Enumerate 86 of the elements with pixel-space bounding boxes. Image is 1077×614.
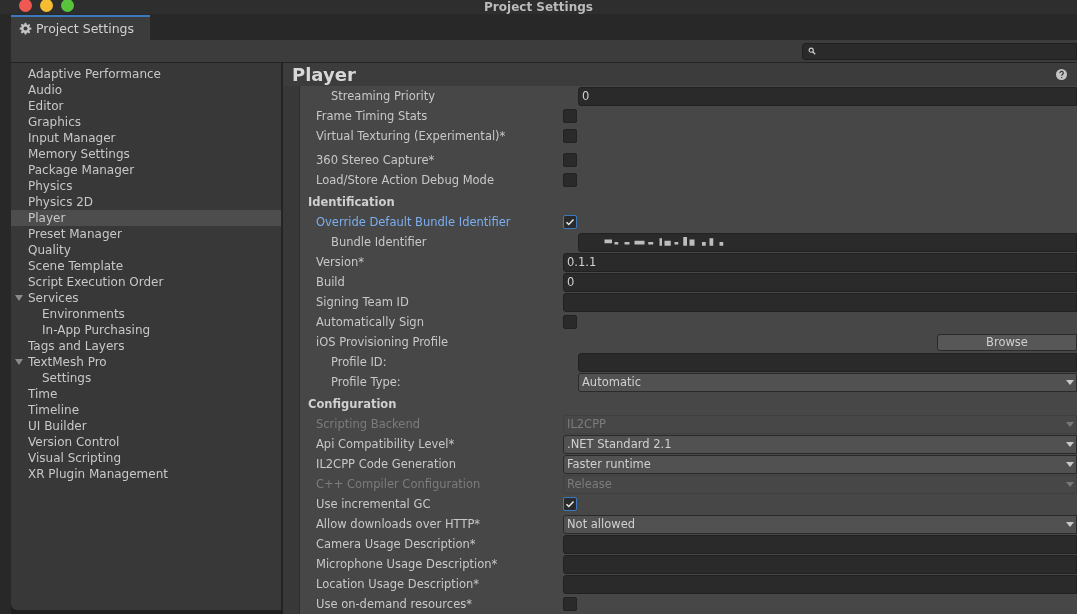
sidebar-item[interactable]: Graphics — [11, 114, 281, 130]
expand-triangle-icon[interactable] — [15, 294, 23, 302]
sidebar-item[interactable]: Visual Scripting — [11, 450, 281, 466]
sidebar-item[interactable]: Package Manager — [11, 162, 281, 178]
field-label: Signing Team ID — [315, 295, 410, 309]
minimize-window-icon[interactable] — [40, 0, 53, 12]
checkbox[interactable] — [563, 173, 577, 187]
field-label: IL2CPP Code Generation — [315, 457, 457, 471]
sidebar-item[interactable]: Tags and Layers — [11, 338, 281, 354]
field-label: Location Usage Description* — [315, 577, 481, 591]
field-label: Use incremental GC — [315, 497, 432, 511]
field-label: Frame Timing Stats — [315, 109, 429, 123]
sidebar-item[interactable]: Player — [11, 210, 281, 226]
text-field[interactable] — [563, 292, 1077, 312]
settings-tab[interactable]: Project Settings — [11, 15, 150, 40]
checkbox[interactable] — [563, 315, 577, 329]
sidebar-item[interactable]: Physics — [11, 178, 281, 194]
text-field[interactable]: 0 — [578, 86, 1077, 106]
sidebar-item[interactable]: Adaptive Performance — [11, 66, 281, 82]
field-label: Streaming Priority — [330, 89, 436, 103]
field-label: Api Compatibility Level* — [315, 437, 456, 451]
field-label: Camera Usage Description* — [315, 537, 477, 551]
text-field[interactable]: 0 — [563, 272, 1077, 292]
field-label: Load/Store Action Debug Mode — [315, 173, 495, 187]
field-label: Use on-demand resources* — [315, 597, 473, 611]
browse-button[interactable]: Browse — [937, 333, 1077, 351]
field-label: Build — [315, 275, 346, 289]
sidebar-item[interactable]: UI Builder — [11, 418, 281, 434]
text-field[interactable] — [563, 574, 1077, 594]
field-label: Automatically Sign — [315, 315, 425, 329]
sidebar-item[interactable]: Input Manager — [11, 130, 281, 146]
sidebar-item[interactable]: Time — [11, 386, 281, 402]
field-label: Profile ID: — [330, 355, 388, 369]
expand-triangle-icon[interactable] — [15, 358, 23, 366]
section-header: Identification — [307, 194, 396, 211]
search-icon — [808, 47, 816, 55]
field-label: Version* — [315, 255, 366, 269]
zoom-window-icon[interactable] — [61, 0, 74, 12]
panel-title: Player — [292, 64, 356, 85]
checkbox[interactable] — [563, 153, 577, 167]
checkbox[interactable] — [563, 497, 577, 511]
text-field[interactable] — [563, 554, 1077, 574]
sidebar-item[interactable]: Memory Settings — [11, 146, 281, 162]
text-field[interactable] — [578, 232, 1077, 252]
checkmark-icon — [565, 217, 575, 227]
field-label: 360 Stereo Capture* — [315, 153, 436, 167]
dropdown[interactable]: Faster runtime — [563, 454, 1077, 474]
checkbox[interactable] — [563, 109, 577, 123]
field-label: Bundle Identifier — [330, 235, 428, 249]
sidebar-item[interactable]: Timeline — [11, 402, 281, 418]
gear-icon — [19, 22, 32, 35]
dropdown[interactable]: Not allowed — [563, 514, 1077, 534]
sidebar-item[interactable]: Settings — [11, 370, 281, 386]
field-label: Virtual Texturing (Experimental)* — [315, 129, 507, 143]
field-label: Allow downloads over HTTP* — [315, 517, 482, 531]
sidebar-item[interactable]: Editor — [11, 98, 281, 114]
sidebar-item[interactable]: Services — [11, 290, 281, 306]
sidebar-item[interactable]: Physics 2D — [11, 194, 281, 210]
sidebar-item[interactable]: Quality — [11, 242, 281, 258]
field-label: Microphone Usage Description* — [315, 557, 499, 571]
dropdown[interactable]: .NET Standard 2.1 — [563, 434, 1077, 454]
sidebar-item[interactable]: XR Plugin Management — [11, 466, 281, 482]
sidebar-item[interactable]: Scene Template — [11, 258, 281, 274]
sidebar-item[interactable]: Environments — [11, 306, 281, 322]
checkbox[interactable] — [563, 215, 577, 229]
checkmark-icon — [565, 499, 575, 509]
checkbox[interactable] — [563, 597, 577, 611]
text-field[interactable] — [578, 352, 1077, 372]
sidebar-item[interactable]: Preset Manager — [11, 226, 281, 242]
section-header: Configuration — [307, 396, 398, 413]
checkbox[interactable] — [563, 129, 577, 143]
search-field[interactable] — [802, 42, 1077, 60]
window-title: Project Settings — [484, 0, 593, 14]
close-window-icon[interactable] — [19, 0, 32, 12]
sidebar-item[interactable]: Version Control — [11, 434, 281, 450]
text-field[interactable]: 0.1.1 — [563, 252, 1077, 272]
field-label: iOS Provisioning Profile — [315, 335, 450, 349]
text-field[interactable] — [563, 534, 1077, 554]
help-icon[interactable] — [1056, 69, 1067, 80]
sidebar-item[interactable]: In-App Purchasing — [11, 322, 281, 338]
field-label: Override Default Bundle Identifier — [315, 215, 512, 229]
dropdown[interactable]: Automatic — [578, 372, 1077, 392]
sidebar-item[interactable]: TextMesh Pro — [11, 354, 281, 370]
sidebar-item[interactable]: Audio — [11, 82, 281, 98]
field-label: Profile Type: — [330, 375, 402, 389]
sidebar-item[interactable]: Script Execution Order — [11, 274, 281, 290]
